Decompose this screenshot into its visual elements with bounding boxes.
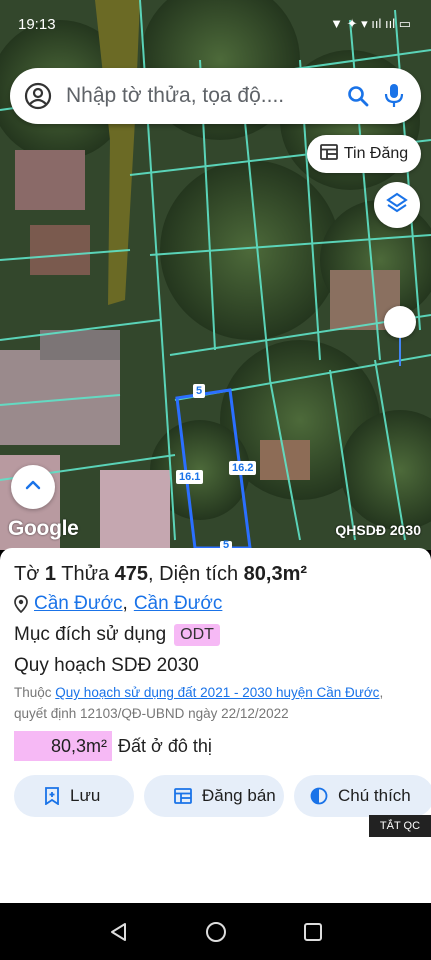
sheet-label: Tờ xyxy=(14,563,40,585)
back-icon[interactable] xyxy=(106,919,132,945)
save-label: Lưu xyxy=(70,786,101,805)
plan-document-link[interactable]: Quy hoạch sử dụng đất 2021 - 2030 huyện … xyxy=(55,685,379,700)
area-breakdown-row: 80,3m² Đất ở đô thị xyxy=(14,731,417,761)
listing-icon xyxy=(174,788,192,804)
purpose-code-badge: ODT xyxy=(174,624,220,646)
layers-button[interactable] xyxy=(374,182,420,228)
listings-label: Tin Đăng xyxy=(343,145,409,162)
status-icons: ▼ ✦ ▾ ııl ııl ▭ xyxy=(330,16,411,31)
system-navigation-bar xyxy=(0,903,431,960)
post-sale-button[interactable]: Đăng bán xyxy=(144,775,284,817)
parcel-title: Tờ 1 Thửa 475, Diện tích 80,3m² xyxy=(14,563,308,585)
plot-number: 475 xyxy=(114,563,149,585)
search-input[interactable] xyxy=(66,84,335,108)
map-layer-label: QHSDĐ 2030 xyxy=(335,522,421,538)
search-icon[interactable] xyxy=(345,83,371,109)
post-sale-label: Đăng bán xyxy=(202,786,276,805)
home-icon[interactable] xyxy=(203,919,229,945)
chevron-up-icon xyxy=(23,475,43,500)
google-logo: Google xyxy=(8,517,79,540)
area-type: Đất ở đô thị xyxy=(118,735,212,756)
area-badge: 80,3m² xyxy=(14,731,112,761)
layers-icon xyxy=(385,191,409,220)
parcel-edge-top-label: 5 xyxy=(193,384,206,398)
parcel-edge-right-label: 16.2 xyxy=(229,461,257,475)
parcel-edge-left-label: 16.1 xyxy=(176,470,204,484)
plan-note: Thuộc Quy hoạch sử dụng đất 2021 - 2030 … xyxy=(14,682,417,724)
district-link[interactable]: Cần Đước xyxy=(34,591,123,617)
sheet-number: 1 xyxy=(44,563,57,585)
purpose-label: Mục đích sử dụng xyxy=(14,624,167,645)
save-button[interactable]: Lưu xyxy=(14,775,134,817)
plot-label: Thửa xyxy=(61,563,110,585)
location-pin-icon xyxy=(14,595,28,613)
land-use-purpose: Mục đích sử dụng ODT xyxy=(14,622,417,648)
opacity-slider-handle[interactable] xyxy=(384,306,416,338)
opacity-slider-track[interactable] xyxy=(399,338,401,366)
area-label: Diện tích xyxy=(159,563,239,585)
listings-button[interactable]: Tin Đăng xyxy=(307,135,421,173)
action-buttons: Lưu Đăng bán Chú thích xyxy=(14,775,431,817)
account-icon[interactable] xyxy=(24,82,52,110)
status-bar: 19:13 ▼ ✦ ▾ ııl ııl ▭ xyxy=(0,0,431,56)
plan-title: Quy hoạch SDĐ 2030 xyxy=(14,655,199,676)
note-prefix: Thuộc xyxy=(14,685,52,700)
location-separator: , xyxy=(122,593,128,614)
bookmark-add-icon xyxy=(44,787,60,805)
legend-button[interactable]: Chú thích xyxy=(294,775,431,817)
expand-sheet-button[interactable] xyxy=(11,465,55,509)
search-bar[interactable] xyxy=(10,68,421,124)
parcel-info-sheet: Tờ 1 Thửa 475, Diện tích 80,3m² Cần Đước… xyxy=(0,548,431,903)
hide-ads-button[interactable]: TẮT QC xyxy=(369,815,431,837)
microphone-icon[interactable] xyxy=(381,83,407,109)
map-view[interactable]: 19:13 ▼ ✦ ▾ ııl ııl ▭ Tin Đăng 5 16.1 16… xyxy=(0,0,431,550)
status-time: 19:13 xyxy=(18,16,56,33)
contrast-icon xyxy=(310,787,328,805)
commune-link[interactable]: Cần Đước xyxy=(134,591,223,617)
parcel-location: Cần Đước, Cần Đước xyxy=(14,591,417,617)
legend-label: Chú thích xyxy=(338,786,411,805)
recent-apps-icon[interactable] xyxy=(300,919,326,945)
area-value: 80,3m² xyxy=(243,563,308,585)
listings-icon xyxy=(319,143,338,165)
